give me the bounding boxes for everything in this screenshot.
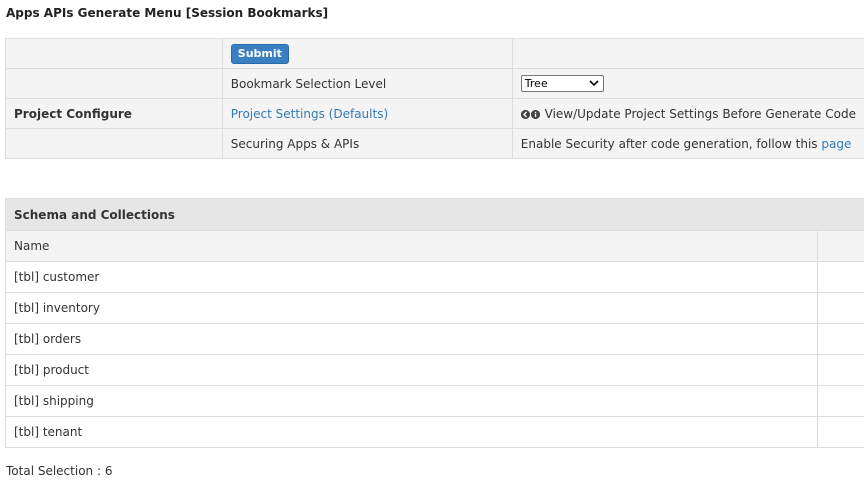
table-row-name[interactable]: [tbl] customer xyxy=(5,261,818,293)
table-row-extra xyxy=(816,292,864,324)
table-row[interactable]: [tbl] shipping xyxy=(5,385,864,417)
view-update-text: View/Update Project Settings Before Gene… xyxy=(544,106,856,121)
name-column-header: Name xyxy=(5,230,818,262)
config-cell-empty xyxy=(5,128,223,159)
table-row[interactable]: [tbl] inventory xyxy=(5,292,864,324)
schema-title: Schema and Collections xyxy=(5,198,864,231)
info-circle-icon xyxy=(530,109,540,119)
table-row-extra xyxy=(816,354,864,386)
config-cell-empty xyxy=(5,38,223,69)
project-config-table: Submit Bookmark Selection Level Tree Pro… xyxy=(5,38,864,159)
security-text: Enable Security after code generation, f… xyxy=(520,136,818,151)
config-cell-empty xyxy=(5,68,223,99)
table-row[interactable]: [tbl] customer xyxy=(5,261,864,293)
total-selection: Total Selection : 6 xyxy=(6,464,113,478)
table-row-extra xyxy=(816,416,864,448)
table-row-name[interactable]: [tbl] orders xyxy=(5,323,818,355)
table-row-extra xyxy=(816,323,864,355)
table-row[interactable]: [tbl] tenant xyxy=(5,416,864,448)
config-cell-security: Enable Security after code generation, f… xyxy=(511,128,864,159)
bookmark-level-label: Bookmark Selection Level xyxy=(221,68,513,99)
extra-column-header xyxy=(816,230,864,262)
chevron-down-icon xyxy=(589,76,599,96)
config-row-submit: Submit xyxy=(5,38,864,69)
page-title: Apps APIs Generate Menu [Session Bookmar… xyxy=(6,6,329,20)
bookmark-level-select[interactable]: Tree xyxy=(520,75,604,92)
table-row-name[interactable]: [tbl] tenant xyxy=(5,416,818,448)
security-page-link[interactable]: page xyxy=(821,137,851,151)
config-cell-project-settings: Project Settings (Defaults) xyxy=(221,98,513,129)
table-row[interactable]: [tbl] orders xyxy=(5,323,864,355)
arrow-left-circle-icon xyxy=(520,109,530,119)
project-settings-link[interactable]: Project Settings (Defaults) xyxy=(231,107,388,121)
table-row-name[interactable]: [tbl] shipping xyxy=(5,385,818,417)
submit-button[interactable]: Submit xyxy=(230,43,289,64)
table-row-name[interactable]: [tbl] inventory xyxy=(5,292,818,324)
schema-table: Schema and Collections Name [tbl] custom… xyxy=(5,198,864,448)
table-row-extra xyxy=(816,261,864,293)
securing-label: Securing Apps & APIs xyxy=(221,128,513,159)
config-cell-view-update: View/Update Project Settings Before Gene… xyxy=(511,98,864,129)
config-row-project-settings: Project Configure Project Settings (Defa… xyxy=(5,98,864,129)
table-row-extra xyxy=(816,385,864,417)
bookmark-level-value: Tree xyxy=(524,77,548,90)
table-row-name[interactable]: [tbl] product xyxy=(5,354,818,386)
config-row-bookmark-level: Bookmark Selection Level Tree xyxy=(5,68,864,99)
table-row[interactable]: [tbl] product xyxy=(5,354,864,386)
schema-column-header-row: Name xyxy=(5,230,864,262)
config-row-securing: Securing Apps & APIs Enable Security aft… xyxy=(5,128,864,159)
config-cell-submit: Submit xyxy=(221,38,513,69)
project-configure-label: Project Configure xyxy=(5,98,223,129)
schema-title-row: Schema and Collections xyxy=(5,198,864,231)
config-cell-select: Tree xyxy=(511,68,864,99)
config-cell-empty xyxy=(511,38,864,69)
